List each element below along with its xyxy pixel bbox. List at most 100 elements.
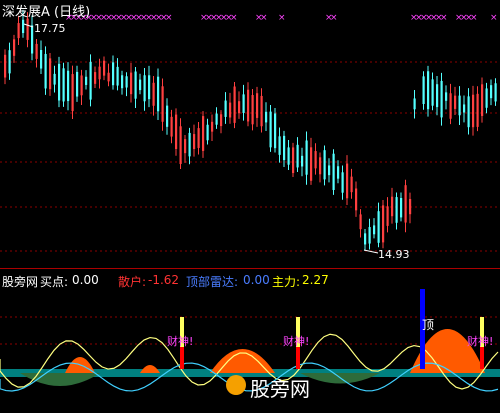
candle	[463, 104, 466, 113]
sell-marker-icon: ×	[230, 13, 238, 23]
candle	[382, 205, 385, 243]
candle	[215, 113, 218, 125]
top-label: 顶	[422, 318, 434, 332]
candle	[247, 89, 250, 122]
candle	[193, 134, 196, 150]
candle	[332, 153, 335, 191]
candle	[224, 100, 227, 117]
candle	[445, 92, 448, 101]
candle	[409, 198, 412, 215]
sell-marker-icon: ×	[278, 13, 286, 23]
candle	[490, 85, 493, 99]
main-force-value: 2.27	[302, 273, 329, 287]
candle	[53, 73, 56, 85]
candle	[431, 79, 434, 106]
watermark-logo-icon	[226, 375, 246, 395]
candle	[107, 72, 110, 82]
candle	[76, 71, 79, 97]
candle	[341, 172, 344, 193]
kline-panel[interactable]: × × × × × × × × × × × × × × × × × × × × × × × × × × × × × × × × × × × × × × × ×…	[0, 0, 500, 268]
candle	[260, 95, 263, 127]
candle	[274, 113, 277, 149]
candle	[265, 111, 268, 123]
candle	[166, 105, 169, 127]
signal-label: 财神!	[467, 334, 493, 348]
signal-pillar-bottom	[296, 347, 300, 369]
candle	[346, 163, 349, 199]
main-force-area	[140, 365, 160, 373]
candle	[116, 66, 119, 86]
retail-value: -1.62	[148, 273, 180, 287]
retail-label: 散户:	[118, 275, 147, 289]
signal-pillar-bottom	[180, 347, 184, 369]
candle	[188, 132, 191, 157]
candle	[157, 76, 160, 112]
candle	[481, 84, 484, 116]
candle	[238, 101, 241, 114]
candle	[233, 86, 236, 123]
candle	[148, 75, 151, 100]
candle	[26, 18, 29, 40]
sell-marker-icon: ×	[260, 13, 268, 23]
candle	[413, 98, 416, 110]
candle	[134, 71, 137, 99]
candle	[364, 233, 367, 245]
candle	[287, 147, 290, 165]
candle	[211, 121, 214, 132]
candle	[467, 96, 470, 128]
candle	[161, 86, 164, 122]
sell-marker-icon: ×	[470, 13, 478, 23]
candle	[184, 139, 187, 154]
kline-chart[interactable]: ××××××××××××××××××××× ××××××× ×× × ×× ×××××××…	[0, 0, 500, 268]
candle	[40, 49, 43, 69]
candle	[278, 136, 281, 155]
candle	[427, 71, 430, 110]
candle	[130, 72, 133, 95]
candle	[319, 157, 322, 175]
candle	[251, 95, 254, 125]
candle	[485, 88, 488, 108]
candle	[71, 74, 74, 112]
candle	[85, 76, 88, 85]
chart-title: 深发展A (日线)	[2, 5, 91, 20]
candle	[440, 80, 443, 118]
candle	[175, 114, 178, 150]
buy-point-value: 0.00	[72, 273, 99, 287]
buy-point-label: 买点:	[40, 275, 69, 289]
candle	[359, 214, 362, 230]
candle	[476, 93, 479, 127]
candle	[220, 114, 223, 127]
candle	[125, 76, 128, 88]
candle	[386, 206, 389, 226]
indicator-panel[interactable]: 财神! 财神! 财神! 顶 股旁网 买点: 0.00 散户: -1.62 顶部雷达: …	[0, 268, 500, 413]
candle	[35, 43, 38, 59]
candle	[305, 140, 308, 175]
candle	[13, 39, 16, 56]
candle	[310, 147, 313, 181]
candle	[4, 54, 7, 78]
candle	[31, 25, 34, 54]
top-radar-label: 顶部雷达:	[186, 275, 239, 289]
candle	[229, 102, 232, 118]
candle	[89, 61, 92, 100]
candle	[152, 82, 155, 106]
sell-marker-icon: ×	[165, 13, 173, 23]
candle	[94, 72, 97, 84]
signal-pillar-bottom	[480, 347, 484, 369]
candle	[197, 128, 200, 148]
candle	[143, 75, 146, 102]
candle	[395, 197, 398, 223]
candle	[368, 227, 371, 244]
candle	[49, 58, 52, 90]
candle	[377, 211, 380, 243]
candle	[44, 53, 47, 89]
candle	[323, 150, 326, 180]
candle	[449, 93, 452, 119]
candle	[472, 94, 475, 128]
candle	[391, 196, 394, 217]
candle	[17, 23, 20, 39]
candle	[121, 75, 124, 89]
candle	[80, 75, 83, 96]
candle	[62, 68, 65, 102]
high-price-label: 17.75	[34, 22, 66, 35]
